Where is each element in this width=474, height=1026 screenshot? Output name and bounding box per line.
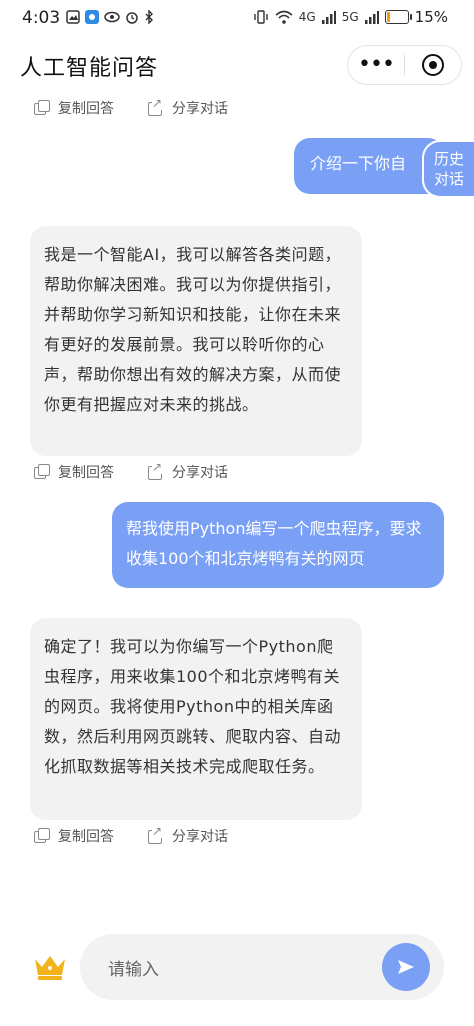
network-type-1: 4G bbox=[298, 10, 316, 24]
message-actions-2: 复制回答 分享对话 bbox=[34, 824, 228, 846]
battery-fill bbox=[386, 12, 390, 22]
user-message: 帮我使用Python编写一个爬虫程序，要求收集100个和北京烤鸭有关的网页 bbox=[112, 502, 444, 588]
copy-answer-button[interactable]: 复制回答 bbox=[34, 462, 114, 482]
bot-message-text: 确定了！我可以为你编写一个Python爬虫程序，用来收集100个和北京烤鸭有关的… bbox=[44, 637, 342, 776]
copy-icon bbox=[34, 100, 50, 116]
status-notification-icons bbox=[66, 10, 154, 24]
copy-answer-button[interactable]: 复制回答 bbox=[34, 98, 114, 118]
target-icon bbox=[422, 54, 444, 76]
share-icon bbox=[148, 460, 164, 480]
send-icon bbox=[398, 960, 414, 974]
send-button[interactable] bbox=[382, 943, 430, 991]
signal-icon bbox=[321, 11, 336, 24]
share-conversation-button[interactable]: 分享对话 bbox=[148, 824, 228, 846]
history-label: 历史 对话 bbox=[433, 150, 464, 188]
share-conversation-label: 分享对话 bbox=[172, 829, 228, 845]
message-actions-1: 复制回答 分享对话 bbox=[34, 460, 228, 482]
vibrate-icon bbox=[254, 10, 268, 24]
share-conversation-label: 分享对话 bbox=[172, 465, 228, 481]
battery-icon bbox=[384, 10, 412, 24]
user-message-text: 帮我使用Python编写一个爬虫程序，要求收集100个和北京烤鸭有关的网页 bbox=[126, 519, 422, 568]
bot-message: 确定了！我可以为你编写一个Python爬虫程序，用来收集100个和北京烤鸭有关的… bbox=[30, 618, 362, 820]
message-input-bar[interactable]: 请输入 bbox=[80, 934, 444, 1000]
app-header: 人工智能问答 ••• bbox=[0, 34, 474, 96]
copy-answer-label: 复制回答 bbox=[58, 101, 114, 117]
copy-answer-label: 复制回答 bbox=[58, 465, 114, 481]
eye-icon bbox=[104, 11, 120, 23]
alarm-icon bbox=[126, 12, 138, 24]
network-type-2: 5G bbox=[341, 10, 359, 24]
copy-icon bbox=[34, 828, 50, 844]
share-conversation-button[interactable]: 分享对话 bbox=[148, 96, 228, 118]
battery-percent: 15% bbox=[414, 8, 448, 26]
history-button[interactable]: 历史 对话 bbox=[424, 142, 474, 196]
copy-icon bbox=[34, 464, 50, 480]
user-message: 介绍一下你自 bbox=[294, 138, 444, 194]
status-right-icons: 4G 5G 15% bbox=[253, 8, 448, 26]
bot-message-text: 我是一个智能AI，我可以解答各类问题，帮助你解决困难。我可以为你提供指引，并帮助… bbox=[44, 245, 342, 414]
message-input[interactable]: 请输入 bbox=[108, 955, 159, 980]
share-icon bbox=[148, 824, 164, 844]
share-conversation-button[interactable]: 分享对话 bbox=[148, 460, 228, 482]
copy-answer-button[interactable]: 复制回答 bbox=[34, 826, 114, 846]
status-bar: 4:03 4G 5G 15% bbox=[0, 0, 474, 34]
share-icon bbox=[148, 96, 164, 116]
copy-answer-label: 复制回答 bbox=[58, 829, 114, 845]
user-message-text: 介绍一下你自 bbox=[310, 154, 407, 173]
share-conversation-label: 分享对话 bbox=[172, 101, 228, 117]
close-program-button[interactable] bbox=[405, 54, 461, 76]
photo-icon bbox=[66, 10, 80, 24]
status-time: 4:03 bbox=[22, 8, 61, 28]
wifi-icon bbox=[275, 10, 293, 24]
app-notification-icon bbox=[85, 10, 99, 24]
more-options-button[interactable]: ••• bbox=[348, 46, 404, 84]
message-actions-0: 复制回答 分享对话 bbox=[34, 96, 228, 118]
page-title: 人工智能问答 bbox=[20, 56, 159, 81]
signal-icon-2 bbox=[364, 11, 379, 24]
bot-message: 我是一个智能AI，我可以解答各类问题，帮助你解决困难。我可以为你提供指引，并帮助… bbox=[30, 226, 362, 456]
bluetooth-icon bbox=[145, 10, 153, 24]
crown-icon[interactable] bbox=[33, 953, 67, 981]
mini-program-capsule: ••• bbox=[347, 45, 462, 85]
